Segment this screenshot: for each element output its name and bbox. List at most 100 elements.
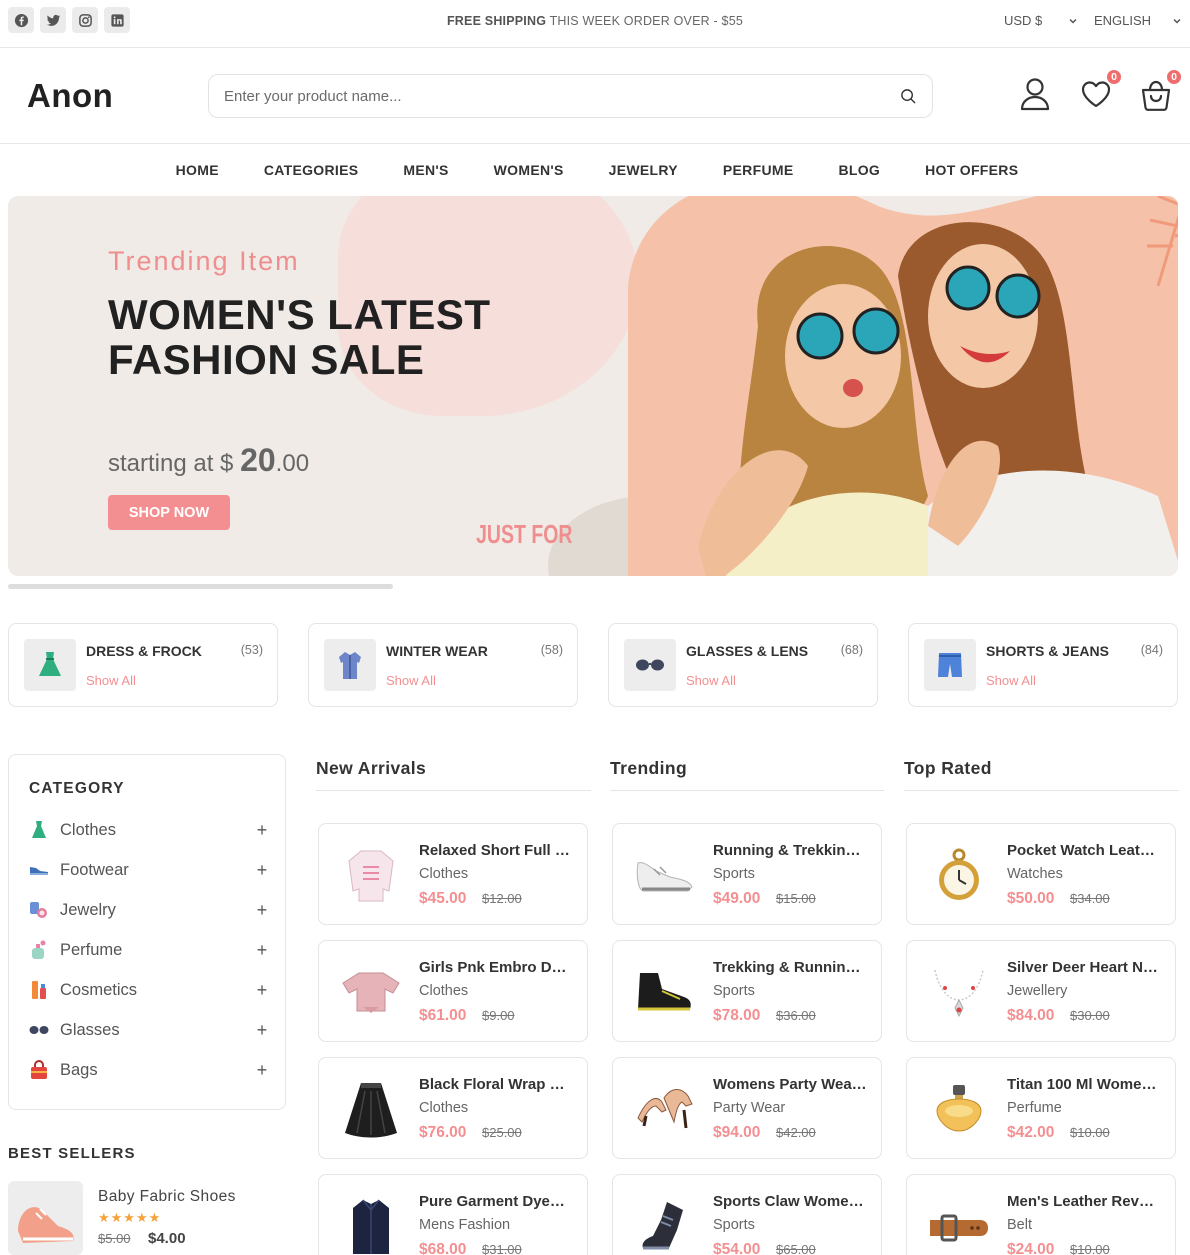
bag-icon: [29, 1060, 49, 1080]
product-card[interactable]: Running & Trekking Shoes Sports $49.00 $…: [612, 823, 882, 925]
coat-icon: [324, 639, 376, 691]
sidebar-item-perfume[interactable]: Perfume +: [29, 938, 269, 962]
nav-perfume[interactable]: PERFUME: [723, 162, 794, 178]
product-card[interactable]: Silver Deer Heart Necklace Jewellery $84…: [906, 940, 1176, 1042]
heels-icon: [627, 1071, 703, 1147]
sidebar-item-clothes[interactable]: Clothes +: [29, 818, 269, 842]
glasses-icon: [29, 1020, 49, 1040]
skirt-icon: [333, 1071, 409, 1147]
search-bar: [208, 74, 933, 118]
top-bar: FREE SHIPPING THIS WEEK ORDER OVER - $55…: [0, 0, 1190, 48]
sneaker-icon: [627, 837, 703, 913]
hero-title: WOMEN'S LATEST FASHION SALE: [108, 291, 491, 383]
category-card[interactable]: DRESS & FROCK (53) Show All: [8, 623, 278, 707]
new-arrivals-title: New Arrivals: [316, 758, 591, 791]
hero-banner: Trending Item WOMEN'S LATEST FASHION SAL…: [8, 196, 1178, 576]
dress-icon: [29, 820, 49, 840]
product-card[interactable]: Relaxed Short Full Sleeve T-Shirt Clothe…: [318, 823, 588, 925]
currency-select[interactable]: USD $: [1004, 13, 1078, 28]
sidebar-title: CATEGORY: [29, 780, 125, 797]
wishlist-button[interactable]: 0: [1079, 69, 1122, 112]
category-card[interactable]: GLASSES & LENS (68) Show All: [608, 623, 878, 707]
plus-icon[interactable]: +: [255, 860, 269, 881]
perfume-bottle-icon: [921, 1071, 997, 1147]
search-icon[interactable]: [900, 88, 917, 105]
dress-icon: [24, 639, 76, 691]
hero-scrollbar[interactable]: [8, 584, 393, 589]
header: Anon 0 0: [0, 48, 1190, 144]
plus-icon[interactable]: +: [255, 900, 269, 921]
plus-icon[interactable]: +: [255, 980, 269, 1001]
sidebar-item-bags[interactable]: Bags +: [29, 1058, 269, 1082]
sidebar-item-footwear[interactable]: Footwear +: [29, 858, 269, 882]
watch-icon: [29, 900, 49, 920]
nav-home[interactable]: HOME: [176, 162, 219, 178]
category-card[interactable]: SHORTS & JEANS (84) Show All: [908, 623, 1178, 707]
sidebar-item-glasses[interactable]: Glasses +: [29, 1018, 269, 1042]
product-card[interactable]: Sports Claw Women's Shoes Sports $54.00 …: [612, 1174, 882, 1255]
category-sidebar: CATEGORY Clothes + Footwear + Jewelry + …: [8, 754, 286, 1110]
nav-blog[interactable]: BLOG: [838, 162, 880, 178]
plus-icon[interactable]: +: [255, 1020, 269, 1041]
chevron-down-icon: [1173, 18, 1181, 24]
product-card[interactable]: Black Floral Wrap Midi Skirt Clothes $76…: [318, 1057, 588, 1159]
hero-price: starting at $ 20.00: [108, 442, 310, 478]
chevron-down-icon: [1069, 18, 1077, 24]
sidebar-item-jewelry[interactable]: Jewelry +: [29, 898, 269, 922]
shoe-icon: [29, 860, 49, 880]
sport-shoe-icon: [627, 1188, 703, 1255]
best-seller-old-price: $5.00: [98, 1231, 131, 1246]
pocket-watch-icon: [921, 837, 997, 913]
nav-jewelry[interactable]: JEWELRY: [609, 162, 678, 178]
cart-count-badge: 0: [1166, 69, 1182, 85]
hero-decor-text: JUST FOR: [476, 519, 573, 549]
glasses-icon: [624, 639, 676, 691]
jacket-icon: [333, 1188, 409, 1255]
top-rated-title: Top Rated: [904, 758, 1179, 791]
language-select[interactable]: ENGLISH: [1094, 13, 1182, 28]
best-sellers-title: BEST SELLERS: [8, 1145, 136, 1162]
search-input[interactable]: [224, 87, 900, 105]
show-all-link[interactable]: Show All: [986, 673, 1036, 688]
best-seller-name[interactable]: Baby Fabric Shoes: [98, 1188, 236, 1206]
sweater-icon: [333, 837, 409, 913]
star-rating: ★★★★★: [98, 1210, 162, 1225]
belt-icon: [921, 1188, 997, 1255]
nav-hot-offers[interactable]: HOT OFFERS: [925, 162, 1018, 178]
cart-button[interactable]: 0: [1139, 69, 1182, 112]
plus-icon[interactable]: +: [255, 820, 269, 841]
product-card[interactable]: Womens Party Wear Shoes Party Wear $94.0…: [612, 1057, 882, 1159]
show-all-link[interactable]: Show All: [686, 673, 736, 688]
hero-photo: [628, 196, 1178, 576]
trending-title: Trending: [610, 758, 884, 791]
user-icon[interactable]: [1018, 76, 1052, 112]
wishlist-count-badge: 0: [1106, 69, 1122, 85]
hero-subtitle: Trending Item: [108, 246, 300, 276]
shorts-icon: [924, 639, 976, 691]
logo[interactable]: Anon: [27, 77, 113, 115]
nav-categories[interactable]: CATEGORIES: [264, 162, 359, 178]
main-nav: HOME CATEGORIES MEN'S WOMEN'S JEWELRY PE…: [0, 144, 1190, 196]
nav-womens[interactable]: WOMEN'S: [494, 162, 564, 178]
product-card[interactable]: Girls Pnk Embro Design Top Clothes $61.0…: [318, 940, 588, 1042]
show-all-link[interactable]: Show All: [386, 673, 436, 688]
best-seller-price: $4.00: [148, 1230, 186, 1247]
plus-icon[interactable]: +: [255, 1060, 269, 1081]
shop-now-button[interactable]: SHOP NOW: [108, 495, 230, 530]
category-card[interactable]: WINTER WEAR (58) Show All: [308, 623, 578, 707]
plus-icon[interactable]: +: [255, 940, 269, 961]
product-card[interactable]: Men's Leather Reversible Belt Belt $24.0…: [906, 1174, 1176, 1255]
product-card[interactable]: Trekking & Running Shoes Sports $78.00 $…: [612, 940, 882, 1042]
product-card[interactable]: Titan 100 Ml Womens Perfume Perfume $42.…: [906, 1057, 1176, 1159]
top-icon: [333, 954, 409, 1030]
product-card[interactable]: Pure Garment Dyed Cotton Shirt Mens Fash…: [318, 1174, 588, 1255]
nav-mens[interactable]: MEN'S: [403, 162, 448, 178]
show-all-link[interactable]: Show All: [86, 673, 136, 688]
necklace-icon: [921, 954, 997, 1030]
perfume-icon: [29, 940, 49, 960]
sidebar-item-cosmetics[interactable]: Cosmetics +: [29, 978, 269, 1002]
product-card[interactable]: Pocket Watch Leather Pouch Watches $50.0…: [906, 823, 1176, 925]
cosmetics-icon: [29, 980, 49, 1000]
boot-icon: [627, 954, 703, 1030]
baby-shoes-image[interactable]: [8, 1181, 83, 1255]
